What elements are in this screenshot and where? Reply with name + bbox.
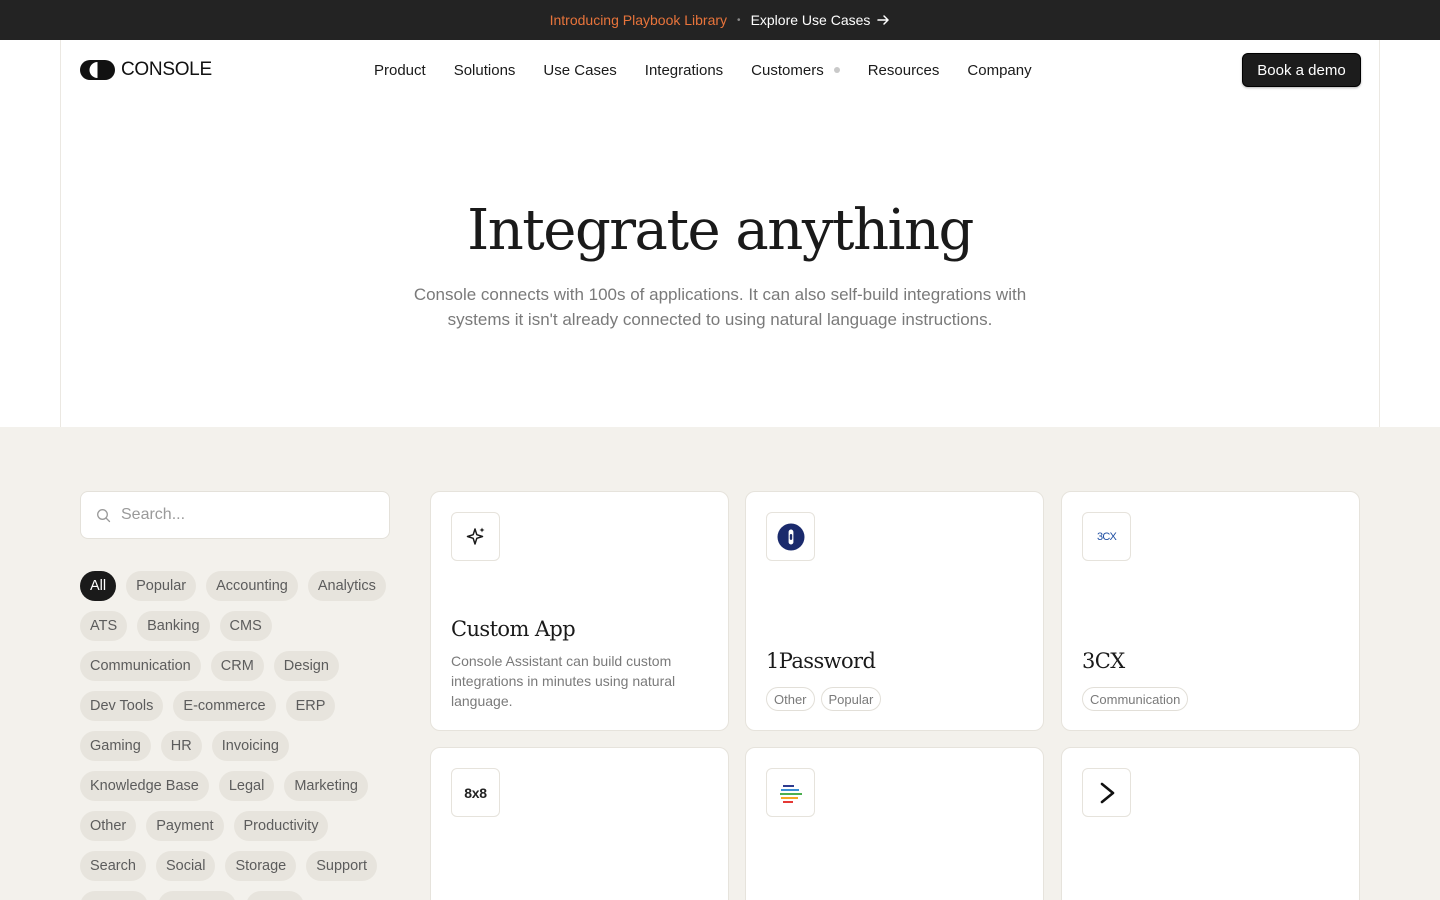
filter-productivity[interactable]: Productivity [233, 811, 329, 841]
filter-design[interactable]: Design [273, 651, 339, 681]
site-header: CONSOLE Product Solutions Use Cases Inte… [0, 40, 1440, 100]
integration-card-6[interactable] [1061, 747, 1360, 900]
filter-popular[interactable]: Popular [126, 571, 197, 601]
announcement-separator: • [737, 14, 741, 26]
card-description: Console Assistant can build custom integ… [451, 653, 676, 709]
nav-customers[interactable]: Customers [751, 62, 840, 79]
filter-ats[interactable]: ATS [80, 611, 128, 641]
card-title: 1Password [766, 649, 876, 673]
integration-card-3cx[interactable]: 3CX 3CX Communication [1061, 491, 1360, 731]
filter-payment[interactable]: Payment [146, 811, 224, 841]
integration-card-8x8[interactable]: 8x8 [430, 747, 729, 900]
card-icon-box: 3CX [1082, 512, 1131, 561]
colored-lines-logo-icon [779, 784, 802, 803]
tag-communication: Communication [1082, 687, 1189, 711]
hero-subtitle: Console connects with 100s of applicatio… [413, 285, 1027, 329]
search-input[interactable] [121, 506, 371, 524]
filter-dev-tools[interactable]: Dev Tools [80, 691, 164, 721]
category-filters: All Popular Accounting Analytics ATS Ban… [80, 571, 400, 900]
filter-chip-cutoff[interactable] [158, 891, 236, 900]
filter-gaming[interactable]: Gaming [80, 731, 151, 761]
filter-invoicing[interactable]: Invoicing [211, 731, 289, 761]
card-icon-box [1082, 768, 1131, 817]
filter-other[interactable]: Other [80, 811, 137, 841]
filter-all[interactable]: All [80, 571, 117, 601]
filter-social[interactable]: Social [155, 851, 216, 881]
nav-product[interactable]: Product [374, 62, 426, 79]
main-nav: Product Solutions Use Cases Integrations… [374, 60, 1060, 80]
filter-analytics[interactable]: Analytics [307, 571, 386, 601]
filter-storage[interactable]: Storage [225, 851, 297, 881]
card-icon-box [451, 512, 500, 561]
filter-chip-cutoff[interactable] [80, 891, 148, 900]
filter-support[interactable]: Support [306, 851, 378, 881]
filter-accounting[interactable]: Accounting [206, 571, 298, 601]
chevron-right-logo-icon [1100, 782, 1114, 803]
filter-erp[interactable]: ERP [285, 691, 336, 721]
filter-e-commerce[interactable]: E-commerce [173, 691, 276, 721]
card-title: Custom App [451, 617, 576, 641]
card-icon-box [766, 512, 815, 561]
integration-card-custom-app[interactable]: Custom App Console Assistant can build c… [430, 491, 729, 731]
tag-other: Other [766, 687, 815, 711]
explore-use-cases-link[interactable]: Explore Use Cases [751, 12, 891, 28]
console-logo-icon [80, 60, 115, 80]
integration-card-5[interactable] [745, 747, 1044, 900]
filter-hr[interactable]: HR [160, 731, 202, 761]
announcement-promo[interactable]: Introducing Playbook Library [550, 12, 727, 28]
filter-chip-cutoff[interactable] [246, 891, 304, 900]
card-icon-box [766, 768, 815, 817]
search-box[interactable] [80, 491, 390, 539]
book-demo-button[interactable]: Book a demo [1242, 53, 1361, 87]
integration-card-1password[interactable]: 1Password Other Popular [745, 491, 1044, 731]
logo-text: CONSOLE [121, 59, 212, 80]
card-icon-box: 8x8 [451, 768, 500, 817]
filter-legal[interactable]: Legal [218, 771, 275, 801]
filter-knowledge-base[interactable]: Knowledge Base [80, 771, 209, 801]
filter-communication[interactable]: Communication [80, 651, 201, 681]
sparkle-icon [466, 527, 484, 545]
console-logo[interactable]: CONSOLE [80, 59, 212, 81]
filter-marketing[interactable]: Marketing [284, 771, 368, 801]
1password-logo-icon [777, 523, 804, 550]
announcement-bar: Introducing Playbook Library • Explore U… [0, 0, 1440, 40]
filter-crm[interactable]: CRM [210, 651, 264, 681]
nav-resources[interactable]: Resources [868, 62, 940, 79]
explore-link-label: Explore Use Cases [750, 12, 871, 28]
nav-use-cases[interactable]: Use Cases [543, 62, 616, 79]
card-tags: Communication [1082, 687, 1189, 711]
nav-solutions[interactable]: Solutions [454, 62, 516, 79]
card-title: 3CX [1082, 649, 1125, 673]
dot-indicator-icon [833, 67, 840, 73]
nav-integrations[interactable]: Integrations [645, 62, 723, 79]
filter-cms[interactable]: CMS [219, 611, 272, 641]
filter-search[interactable]: Search [80, 851, 146, 881]
8x8-logo-icon: 8x8 [464, 784, 487, 801]
filter-banking[interactable]: Banking [137, 611, 210, 641]
nav-company[interactable]: Company [967, 62, 1031, 79]
search-icon [97, 508, 111, 522]
arrow-right-icon [877, 15, 890, 25]
nav-customers-label: Customers [751, 61, 824, 79]
card-tags: Other Popular [766, 687, 882, 711]
tag-popular: Popular [820, 687, 882, 711]
3cx-logo-icon: 3CX [1097, 530, 1117, 543]
page-title: Integrate anything [467, 198, 974, 263]
